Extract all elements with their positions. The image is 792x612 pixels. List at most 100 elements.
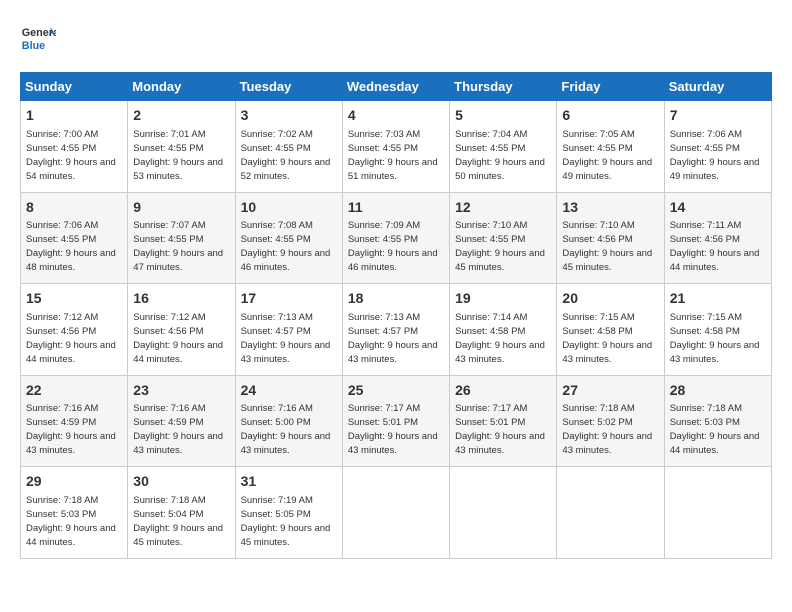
calendar-cell: 31 Sunrise: 7:19 AMSunset: 5:05 PMDaylig… <box>235 467 342 559</box>
calendar-cell: 2 Sunrise: 7:01 AMSunset: 4:55 PMDayligh… <box>128 101 235 193</box>
day-number: 27 <box>562 381 658 401</box>
day-number: 19 <box>455 289 551 309</box>
calendar-cell: 26 Sunrise: 7:17 AMSunset: 5:01 PMDaylig… <box>450 375 557 467</box>
day-info: Sunrise: 7:02 AMSunset: 4:55 PMDaylight:… <box>241 129 331 182</box>
day-info: Sunrise: 7:15 AMSunset: 4:58 PMDaylight:… <box>562 312 652 365</box>
calendar-cell: 10 Sunrise: 7:08 AMSunset: 4:55 PMDaylig… <box>235 192 342 284</box>
calendar-cell: 30 Sunrise: 7:18 AMSunset: 5:04 PMDaylig… <box>128 467 235 559</box>
day-number: 22 <box>26 381 122 401</box>
calendar-week-1: 1 Sunrise: 7:00 AMSunset: 4:55 PMDayligh… <box>21 101 772 193</box>
day-info: Sunrise: 7:15 AMSunset: 4:58 PMDaylight:… <box>670 312 760 365</box>
calendar-cell: 23 Sunrise: 7:16 AMSunset: 4:59 PMDaylig… <box>128 375 235 467</box>
day-number: 30 <box>133 472 229 492</box>
day-info: Sunrise: 7:04 AMSunset: 4:55 PMDaylight:… <box>455 129 545 182</box>
day-info: Sunrise: 7:18 AMSunset: 5:03 PMDaylight:… <box>26 495 116 548</box>
calendar-cell: 27 Sunrise: 7:18 AMSunset: 5:02 PMDaylig… <box>557 375 664 467</box>
weekday-header-monday: Monday <box>128 73 235 101</box>
calendar-cell: 17 Sunrise: 7:13 AMSunset: 4:57 PMDaylig… <box>235 284 342 376</box>
day-info: Sunrise: 7:14 AMSunset: 4:58 PMDaylight:… <box>455 312 545 365</box>
day-number: 6 <box>562 106 658 126</box>
calendar-cell: 29 Sunrise: 7:18 AMSunset: 5:03 PMDaylig… <box>21 467 128 559</box>
calendar-cell: 14 Sunrise: 7:11 AMSunset: 4:56 PMDaylig… <box>664 192 771 284</box>
calendar-cell: 15 Sunrise: 7:12 AMSunset: 4:56 PMDaylig… <box>21 284 128 376</box>
calendar-cell: 7 Sunrise: 7:06 AMSunset: 4:55 PMDayligh… <box>664 101 771 193</box>
day-number: 26 <box>455 381 551 401</box>
day-number: 21 <box>670 289 766 309</box>
weekday-header-tuesday: Tuesday <box>235 73 342 101</box>
day-number: 3 <box>241 106 337 126</box>
day-number: 23 <box>133 381 229 401</box>
calendar-cell <box>557 467 664 559</box>
day-number: 18 <box>348 289 444 309</box>
calendar-cell: 5 Sunrise: 7:04 AMSunset: 4:55 PMDayligh… <box>450 101 557 193</box>
calendar-cell: 18 Sunrise: 7:13 AMSunset: 4:57 PMDaylig… <box>342 284 449 376</box>
day-number: 24 <box>241 381 337 401</box>
calendar-cell: 28 Sunrise: 7:18 AMSunset: 5:03 PMDaylig… <box>664 375 771 467</box>
day-number: 2 <box>133 106 229 126</box>
day-info: Sunrise: 7:18 AMSunset: 5:04 PMDaylight:… <box>133 495 223 548</box>
day-number: 9 <box>133 198 229 218</box>
day-info: Sunrise: 7:13 AMSunset: 4:57 PMDaylight:… <box>241 312 331 365</box>
calendar-cell: 8 Sunrise: 7:06 AMSunset: 4:55 PMDayligh… <box>21 192 128 284</box>
day-info: Sunrise: 7:16 AMSunset: 4:59 PMDaylight:… <box>26 403 116 456</box>
calendar-week-3: 15 Sunrise: 7:12 AMSunset: 4:56 PMDaylig… <box>21 284 772 376</box>
calendar-cell: 24 Sunrise: 7:16 AMSunset: 5:00 PMDaylig… <box>235 375 342 467</box>
day-info: Sunrise: 7:16 AMSunset: 5:00 PMDaylight:… <box>241 403 331 456</box>
calendar-cell: 16 Sunrise: 7:12 AMSunset: 4:56 PMDaylig… <box>128 284 235 376</box>
weekday-header-saturday: Saturday <box>664 73 771 101</box>
day-number: 25 <box>348 381 444 401</box>
calendar-week-5: 29 Sunrise: 7:18 AMSunset: 5:03 PMDaylig… <box>21 467 772 559</box>
day-number: 14 <box>670 198 766 218</box>
day-info: Sunrise: 7:01 AMSunset: 4:55 PMDaylight:… <box>133 129 223 182</box>
day-info: Sunrise: 7:10 AMSunset: 4:56 PMDaylight:… <box>562 220 652 273</box>
calendar-cell: 4 Sunrise: 7:03 AMSunset: 4:55 PMDayligh… <box>342 101 449 193</box>
weekday-header-row: SundayMondayTuesdayWednesdayThursdayFrid… <box>21 73 772 101</box>
day-info: Sunrise: 7:18 AMSunset: 5:03 PMDaylight:… <box>670 403 760 456</box>
day-info: Sunrise: 7:18 AMSunset: 5:02 PMDaylight:… <box>562 403 652 456</box>
day-number: 12 <box>455 198 551 218</box>
calendar-week-2: 8 Sunrise: 7:06 AMSunset: 4:55 PMDayligh… <box>21 192 772 284</box>
calendar-week-4: 22 Sunrise: 7:16 AMSunset: 4:59 PMDaylig… <box>21 375 772 467</box>
weekday-header-thursday: Thursday <box>450 73 557 101</box>
day-info: Sunrise: 7:09 AMSunset: 4:55 PMDaylight:… <box>348 220 438 273</box>
svg-text:Blue: Blue <box>22 40 45 52</box>
calendar-cell <box>664 467 771 559</box>
calendar-cell: 3 Sunrise: 7:02 AMSunset: 4:55 PMDayligh… <box>235 101 342 193</box>
day-info: Sunrise: 7:06 AMSunset: 4:55 PMDaylight:… <box>26 220 116 273</box>
calendar-cell <box>342 467 449 559</box>
day-number: 4 <box>348 106 444 126</box>
calendar-cell <box>450 467 557 559</box>
day-number: 17 <box>241 289 337 309</box>
day-number: 31 <box>241 472 337 492</box>
day-info: Sunrise: 7:16 AMSunset: 4:59 PMDaylight:… <box>133 403 223 456</box>
calendar-cell: 25 Sunrise: 7:17 AMSunset: 5:01 PMDaylig… <box>342 375 449 467</box>
calendar-cell: 1 Sunrise: 7:00 AMSunset: 4:55 PMDayligh… <box>21 101 128 193</box>
calendar-cell: 13 Sunrise: 7:10 AMSunset: 4:56 PMDaylig… <box>557 192 664 284</box>
page-header: General Blue <box>20 20 772 56</box>
day-info: Sunrise: 7:00 AMSunset: 4:55 PMDaylight:… <box>26 129 116 182</box>
calendar-cell: 9 Sunrise: 7:07 AMSunset: 4:55 PMDayligh… <box>128 192 235 284</box>
day-info: Sunrise: 7:13 AMSunset: 4:57 PMDaylight:… <box>348 312 438 365</box>
day-info: Sunrise: 7:05 AMSunset: 4:55 PMDaylight:… <box>562 129 652 182</box>
day-number: 28 <box>670 381 766 401</box>
day-info: Sunrise: 7:12 AMSunset: 4:56 PMDaylight:… <box>133 312 223 365</box>
day-number: 5 <box>455 106 551 126</box>
calendar-cell: 11 Sunrise: 7:09 AMSunset: 4:55 PMDaylig… <box>342 192 449 284</box>
day-info: Sunrise: 7:10 AMSunset: 4:55 PMDaylight:… <box>455 220 545 273</box>
day-number: 8 <box>26 198 122 218</box>
weekday-header-friday: Friday <box>557 73 664 101</box>
day-info: Sunrise: 7:11 AMSunset: 4:56 PMDaylight:… <box>670 220 760 273</box>
day-number: 29 <box>26 472 122 492</box>
calendar-cell: 20 Sunrise: 7:15 AMSunset: 4:58 PMDaylig… <box>557 284 664 376</box>
day-number: 1 <box>26 106 122 126</box>
day-number: 11 <box>348 198 444 218</box>
day-number: 20 <box>562 289 658 309</box>
day-info: Sunrise: 7:08 AMSunset: 4:55 PMDaylight:… <box>241 220 331 273</box>
calendar-cell: 19 Sunrise: 7:14 AMSunset: 4:58 PMDaylig… <box>450 284 557 376</box>
weekday-header-sunday: Sunday <box>21 73 128 101</box>
day-number: 15 <box>26 289 122 309</box>
day-info: Sunrise: 7:17 AMSunset: 5:01 PMDaylight:… <box>348 403 438 456</box>
calendar-table: SundayMondayTuesdayWednesdayThursdayFrid… <box>20 72 772 559</box>
logo-icon: General Blue <box>20 20 56 56</box>
calendar-cell: 21 Sunrise: 7:15 AMSunset: 4:58 PMDaylig… <box>664 284 771 376</box>
